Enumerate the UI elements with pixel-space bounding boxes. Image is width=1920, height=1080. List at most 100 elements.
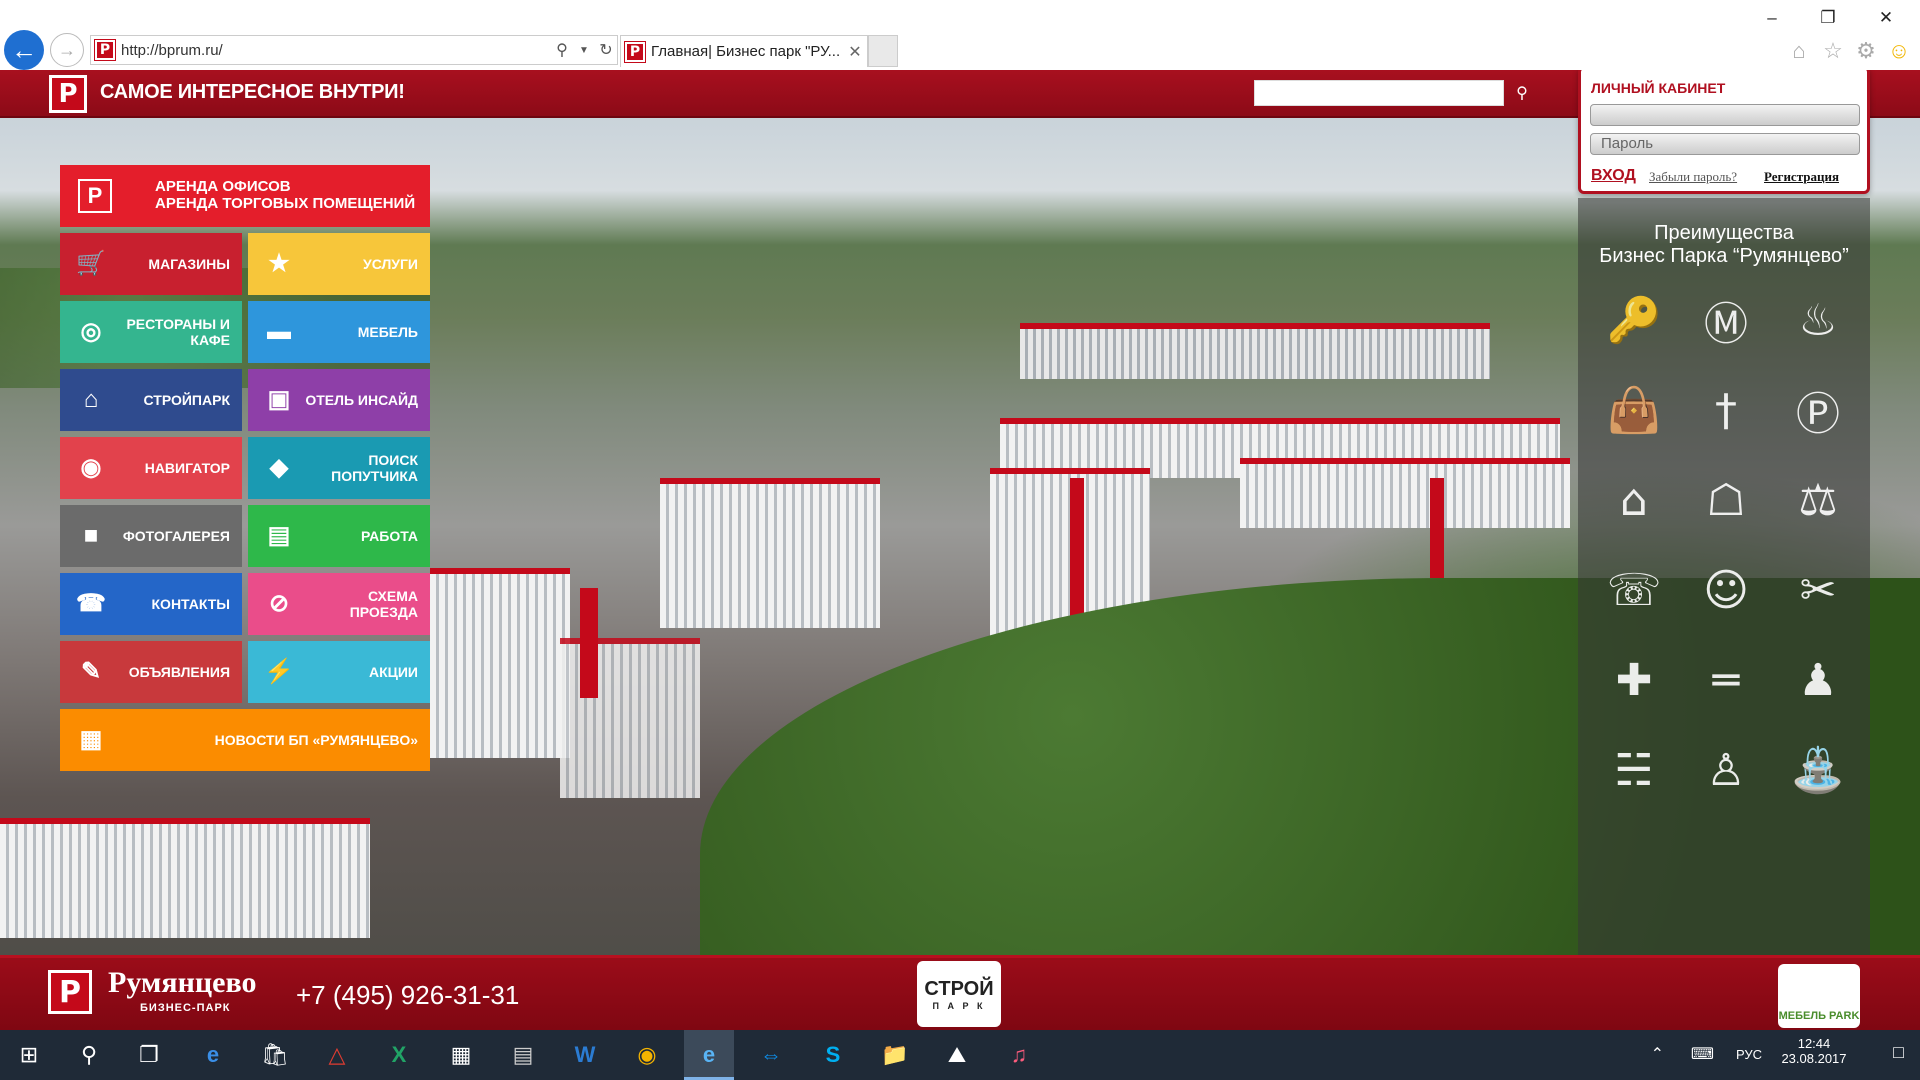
- store-app[interactable]: 🛍: [250, 1030, 300, 1080]
- browser-chrome: ← → P http://bprum.ru/ ⚲ ▼ ↻ P Главная| …: [0, 0, 1920, 70]
- keyboard-icon[interactable]: ⌨: [1691, 1044, 1714, 1064]
- site-search-input[interactable]: [1254, 80, 1504, 106]
- clock[interactable]: 12:44 23.08.2017: [1774, 1036, 1854, 1066]
- mobile-phone-icon[interactable]: ☏: [1598, 554, 1670, 626]
- chrome-app[interactable]: ◉: [622, 1030, 672, 1080]
- stroypark-logo[interactable]: СТРОЙ П А Р К: [917, 961, 1001, 1027]
- bed-icon[interactable]: ☵: [1598, 734, 1670, 806]
- file-explorer-app[interactable]: 📁: [870, 1030, 920, 1080]
- menu-tile-1[interactable]: 🛒 МАГАЗИНЫ: [60, 233, 242, 295]
- menu-tile-14[interactable]: ⚡ АКЦИИ: [248, 641, 430, 703]
- newspaper-icon: ▦: [79, 726, 103, 753]
- refresh-icon[interactable]: ↻: [595, 40, 617, 60]
- address-url[interactable]: http://bprum.ru/: [121, 42, 551, 59]
- shopping-bag-icon[interactable]: 👜: [1598, 374, 1670, 446]
- armchair-icon[interactable]: ☖: [1690, 464, 1762, 536]
- menu-tile-label: РЕСТОРАНЫ И КАФЕ: [126, 316, 230, 348]
- bucket-icon[interactable]: ⛲: [1782, 734, 1854, 806]
- edge-app[interactable]: e: [188, 1030, 238, 1080]
- files-app[interactable]: ▤: [498, 1030, 548, 1080]
- browser-tab[interactable]: P Главная| Бизнес парк "РУ... ✕: [620, 35, 868, 67]
- footer-phone[interactable]: +7 (495) 926-31-31: [296, 980, 519, 1011]
- login-button[interactable]: ВХОД: [1591, 167, 1636, 185]
- news-tile-label: НОВОСТИ БП «РУМЯНЦЕВО»: [214, 732, 418, 748]
- bowling-icon[interactable]: ♙: [1690, 734, 1762, 806]
- building: [1240, 458, 1570, 528]
- back-button[interactable]: ←: [4, 30, 44, 70]
- menu-tile-2[interactable]: ★ УСЛУГИ: [248, 233, 430, 295]
- address-bar[interactable]: P http://bprum.ru/ ⚲ ▼ ↻: [90, 35, 618, 65]
- menu-tile-13[interactable]: ✎ ОБЪЯВЛЕНИЯ: [60, 641, 242, 703]
- task-view-button[interactable]: ❐: [124, 1030, 174, 1080]
- menu-tile-6[interactable]: ▣ ОТЕЛЬ ИНСАЙД: [248, 369, 430, 431]
- plate-icon: ◎: [80, 318, 102, 345]
- menu-tile-11[interactable]: ☎ КОНТАКТЫ: [60, 573, 242, 635]
- rent-offices-tile[interactable]: P АРЕНДА ОФИСОВ АРЕНДА ТОРГОВЫХ ПОМЕЩЕНИЙ: [60, 165, 430, 227]
- cart-icon: 🛒: [76, 250, 106, 277]
- site-logo[interactable]: P: [49, 75, 87, 113]
- settings-gear-icon[interactable]: ⚙: [1853, 38, 1879, 64]
- keys-icon[interactable]: 🔑: [1598, 284, 1670, 356]
- footer-logo[interactable]: P: [48, 970, 92, 1014]
- menu-tile-3[interactable]: ◎ РЕСТОРАНЫ И КАФЕ: [60, 301, 242, 363]
- scissors-icon[interactable]: ✂: [1782, 554, 1854, 626]
- mebelpark-logo[interactable]: МЕБЕЛЬ PARK: [1778, 964, 1860, 1028]
- close-tab-icon[interactable]: ✕: [843, 42, 867, 62]
- bank-icon[interactable]: ⌂: [1598, 464, 1670, 536]
- photos-icon: ⛰: [947, 1042, 967, 1067]
- close-window-button[interactable]: ✕: [1866, 4, 1906, 32]
- menu-tile-10[interactable]: ▤ РАБОТА: [248, 505, 430, 567]
- itunes-app[interactable]: ♫: [994, 1030, 1044, 1080]
- menu-tile-9[interactable]: ■ ФОТОГАЛЕРЕЯ: [60, 505, 242, 567]
- word-app[interactable]: W: [560, 1030, 610, 1080]
- search-icon[interactable]: ⚲: [551, 40, 573, 60]
- register-link[interactable]: Регистрация: [1764, 169, 1839, 185]
- smiley-feedback-icon[interactable]: ☺: [1886, 38, 1912, 64]
- star-icon: ★: [268, 250, 290, 277]
- fork-knife-icon[interactable]: †: [1690, 374, 1762, 446]
- new-tab-button[interactable]: [868, 35, 898, 67]
- worker-icon[interactable]: ♟: [1782, 644, 1854, 716]
- dumbbell-icon[interactable]: ═: [1690, 644, 1762, 716]
- favorites-star-icon[interactable]: ☆: [1820, 38, 1846, 64]
- menu-tile-label: ОБЪЯВЛЕНИЯ: [128, 664, 230, 680]
- login-field[interactable]: [1590, 104, 1860, 126]
- menu-tile-5[interactable]: ⌂ СТРОЙПАРК: [60, 369, 242, 431]
- medical-cross-icon[interactable]: ✚: [1598, 644, 1670, 716]
- acrobat-app[interactable]: △: [312, 1030, 362, 1080]
- menu-tile-label: ФОТОГАЛЕРЕЯ: [122, 528, 230, 544]
- language-indicator[interactable]: РУС: [1736, 1047, 1762, 1062]
- password-field[interactable]: Пароль: [1590, 133, 1860, 155]
- car-wash-icon[interactable]: ♨: [1782, 284, 1854, 356]
- calculator-app[interactable]: ▦: [436, 1030, 486, 1080]
- baby-icon[interactable]: ☺: [1690, 554, 1762, 626]
- search-taskbar-button[interactable]: ⚲: [64, 1030, 114, 1080]
- excel-app[interactable]: X: [374, 1030, 424, 1080]
- itunes-icon: ♫: [1010, 1042, 1028, 1067]
- forgot-password-link[interactable]: Забыли пароль?: [1649, 169, 1737, 185]
- dropdown-arrow-icon[interactable]: ▼: [573, 45, 595, 56]
- news-tile[interactable]: ▦ НОВОСТИ БП «РУМЯНЦЕВО»: [60, 709, 430, 771]
- skype-app[interactable]: S: [808, 1030, 858, 1080]
- menu-tile-8[interactable]: ◆ ПОИСК ПОПУТЧИКА: [248, 437, 430, 499]
- restore-button[interactable]: ❐: [1808, 4, 1848, 32]
- photos-app[interactable]: ⛰: [932, 1030, 982, 1080]
- menu-tile-12[interactable]: ⊘ СХЕМА ПРОЕЗДА: [248, 573, 430, 635]
- forward-button[interactable]: →: [50, 33, 84, 67]
- minimize-button[interactable]: –: [1752, 4, 1792, 32]
- clock-date: 23.08.2017: [1781, 1051, 1847, 1066]
- menu-tile-4[interactable]: ▬ МЕБЕЛЬ: [248, 301, 430, 363]
- chevron-up-icon[interactable]: ⌃: [1651, 1044, 1664, 1064]
- parking-icon[interactable]: Ⓟ: [1782, 374, 1854, 446]
- menu-tile-label: РАБОТА: [361, 528, 418, 544]
- teamviewer-icon: ⇔: [760, 1042, 782, 1067]
- ie-app[interactable]: e: [684, 1030, 734, 1080]
- menu-tile-7[interactable]: ◉ НАВИГАТОР: [60, 437, 242, 499]
- teamviewer-app[interactable]: ⇔: [746, 1030, 796, 1080]
- taxi-icon[interactable]: ⚖: [1782, 464, 1854, 536]
- notifications-icon[interactable]: □: [1893, 1042, 1904, 1063]
- metro-icon[interactable]: Ⓜ: [1690, 284, 1762, 356]
- site-search-button[interactable]: ⚲: [1508, 80, 1536, 106]
- home-icon[interactable]: ⌂: [1786, 38, 1812, 64]
- start-button[interactable]: ⊞: [4, 1030, 54, 1080]
